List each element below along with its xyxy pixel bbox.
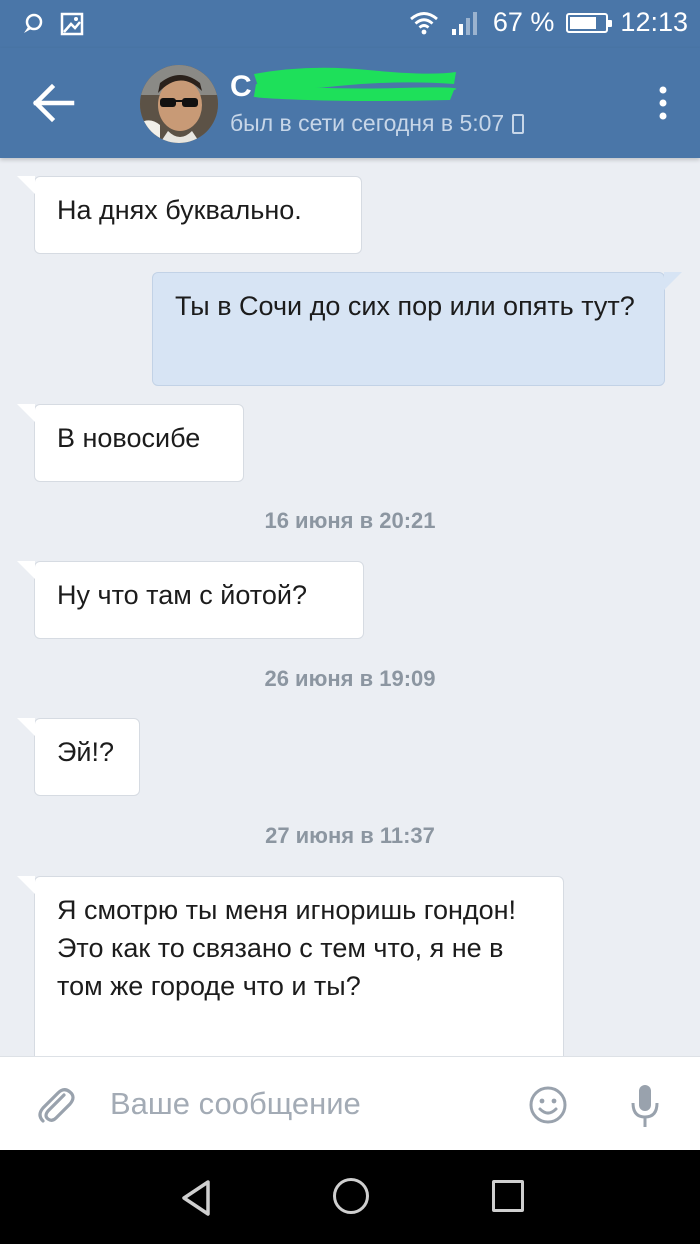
nav-recent-apps-icon[interactable] xyxy=(492,1180,524,1212)
message-incoming[interactable]: Эй!? xyxy=(17,718,140,796)
date-separator: 16 июня в 20:21 xyxy=(264,508,436,533)
signal-icon xyxy=(451,11,477,35)
microphone-icon[interactable] xyxy=(630,1083,660,1129)
date-separator: 27 июня в 11:37 xyxy=(265,823,435,848)
message-outgoing[interactable]: Ты в Сочи до сих пор или опять тут? xyxy=(152,272,682,386)
nav-home-icon[interactable] xyxy=(333,1178,369,1214)
battery-icon xyxy=(566,12,613,33)
status-left-icons xyxy=(22,12,84,36)
mobile-phone-icon xyxy=(512,113,525,134)
smiley-icon[interactable] xyxy=(528,1085,568,1125)
message-text: Я смотрю ты меня игноришь гондон! Это ка… xyxy=(57,895,517,1001)
message-list[interactable]: На днях буквально. Ты в Сочи до сих пор … xyxy=(0,158,700,1056)
status-right: 67 % 12:13 xyxy=(409,7,688,38)
status-bar: 67 % 12:13 xyxy=(0,0,700,48)
message-text: Ты в Сочи до сих пор или опять тут? xyxy=(175,291,635,321)
system-navigation-bar xyxy=(0,1150,700,1244)
message-incoming[interactable]: Ну что там с йотой? xyxy=(17,561,364,639)
battery-percent: 67 % xyxy=(492,7,555,37)
message-incoming[interactable]: В новосибе xyxy=(17,404,244,482)
message-incoming[interactable]: На днях буквально. xyxy=(17,176,362,254)
last-seen-status: был в сети сегодня в 5:07 xyxy=(230,110,525,137)
nav-back-icon[interactable] xyxy=(178,1178,214,1218)
chat-header: С был в сети сегодня в 5:07 xyxy=(0,48,700,158)
paperclip-icon[interactable] xyxy=(34,1083,78,1127)
avatar[interactable] xyxy=(140,65,218,143)
message-composer xyxy=(0,1056,700,1150)
message-incoming[interactable]: Я смотрю ты меня игноришь гондон! Это ка… xyxy=(17,876,564,1056)
message-text: Ну что там с йотой? xyxy=(57,580,307,610)
date-separator: 26 июня в 19:09 xyxy=(264,666,436,691)
image-notification-icon xyxy=(60,12,84,36)
wifi-icon xyxy=(409,11,438,34)
battery-level xyxy=(570,16,596,29)
last-seen-text: был в сети сегодня в 5:07 xyxy=(230,110,505,136)
message-text: На днях буквально. xyxy=(57,195,302,225)
chat-notification-icon xyxy=(24,13,43,33)
clock: 12:13 xyxy=(620,7,688,37)
message-text: Эй!? xyxy=(57,737,115,767)
arrow-left-icon[interactable] xyxy=(30,81,78,125)
message-input[interactable] xyxy=(110,1079,510,1129)
more-vertical-icon[interactable] xyxy=(656,86,670,120)
message-text: В новосибе xyxy=(57,423,201,453)
avatar-photo xyxy=(140,65,218,143)
name-redaction-scribble xyxy=(253,67,457,101)
